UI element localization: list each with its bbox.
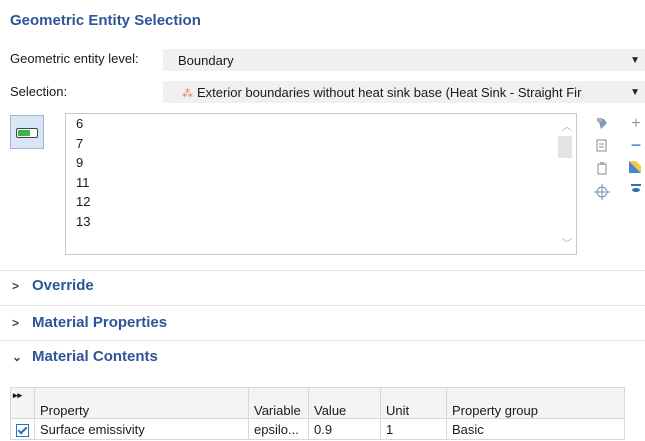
table-header-row: ▸▸ Property Variable Value Unit Property… — [10, 387, 625, 419]
list-item[interactable]: 7 — [66, 134, 576, 154]
list-item[interactable]: 11 — [66, 173, 576, 193]
selection-dropdown[interactable]: ⁂ Exterior boundaries without heat sink b… — [163, 81, 645, 103]
checkbox-checked-icon — [16, 423, 29, 437]
zoom-selected-icon[interactable] — [627, 160, 643, 176]
override-title: Override — [32, 277, 94, 294]
divider — [0, 305, 645, 306]
geometric-entity-level-dropdown[interactable]: Boundary ▼ — [163, 49, 645, 71]
column-header-variable[interactable]: Variable — [248, 387, 309, 419]
copy-selection-icon[interactable] — [594, 139, 610, 155]
material-properties-title: Material Properties — [32, 314, 168, 331]
selection-label: Selection: — [10, 84, 68, 99]
scroll-up-icon[interactable]: ︿ — [562, 118, 572, 133]
table-row[interactable]: Surface emissivity epsilo... 0.9 1 Basic — [10, 418, 625, 440]
chevron-right-icon: > — [12, 316, 20, 330]
column-header-value[interactable]: Value — [308, 387, 381, 419]
paste-selection-icon[interactable] — [594, 117, 610, 133]
list-item[interactable]: 12 — [66, 192, 576, 212]
dropdown-arrow-icon: ▼ — [630, 55, 640, 66]
selection-listbox[interactable]: 6 7 9 11 12 13 ︿ ﹀ — [65, 113, 577, 255]
selection-value: Exterior boundaries without heat sink ba… — [197, 85, 582, 100]
clear-selection-icon[interactable] — [594, 161, 610, 177]
scrollbar-thumb[interactable] — [558, 136, 572, 158]
add-icon[interactable]: + — [628, 116, 644, 132]
list-item[interactable]: 6 — [66, 114, 576, 134]
cell-value[interactable]: 0.9 — [308, 418, 381, 440]
chevron-right-icon: > — [12, 279, 20, 293]
column-header-property-group[interactable]: Property group — [446, 387, 625, 419]
list-item[interactable]: 9 — [66, 153, 576, 173]
show-icon[interactable] — [628, 182, 644, 198]
cell-property-group: Basic — [446, 418, 625, 440]
named-selection-icon: ⁂ — [182, 88, 193, 100]
dropdown-arrow-icon: ▼ — [630, 87, 640, 98]
expand-columns-icon[interactable]: ▸▸ — [10, 387, 35, 419]
toggle-active-icon — [16, 128, 38, 138]
override-section-header[interactable]: > Override — [0, 271, 645, 301]
row-checkbox[interactable] — [10, 418, 35, 440]
material-contents-table: ▸▸ Property Variable Value Unit Property… — [10, 387, 625, 440]
material-properties-section-header[interactable]: > Material Properties — [0, 308, 645, 338]
scroll-down-icon[interactable]: ﹀ — [562, 235, 572, 250]
column-header-property[interactable]: Property — [34, 387, 249, 419]
cell-property: Surface emissivity — [34, 418, 249, 440]
divider — [0, 340, 645, 341]
active-toggle-button[interactable] — [10, 115, 44, 149]
cell-unit: 1 — [380, 418, 447, 440]
list-item[interactable]: 13 — [66, 212, 576, 232]
geometric-entity-selection-title: Geometric Entity Selection — [10, 12, 201, 29]
material-contents-title: Material Contents — [32, 348, 158, 365]
chevron-down-icon: ⌄ — [12, 350, 23, 364]
cell-variable: epsilo... — [248, 418, 309, 440]
locate-icon[interactable] — [594, 184, 610, 200]
geometric-entity-level-value: Boundary — [178, 53, 234, 68]
column-header-unit[interactable]: Unit — [380, 387, 447, 419]
remove-icon[interactable]: − — [628, 136, 644, 154]
material-contents-section-header[interactable]: ⌄ Material Contents — [0, 342, 645, 372]
geometric-entity-level-label: Geometric entity level: — [10, 51, 139, 66]
